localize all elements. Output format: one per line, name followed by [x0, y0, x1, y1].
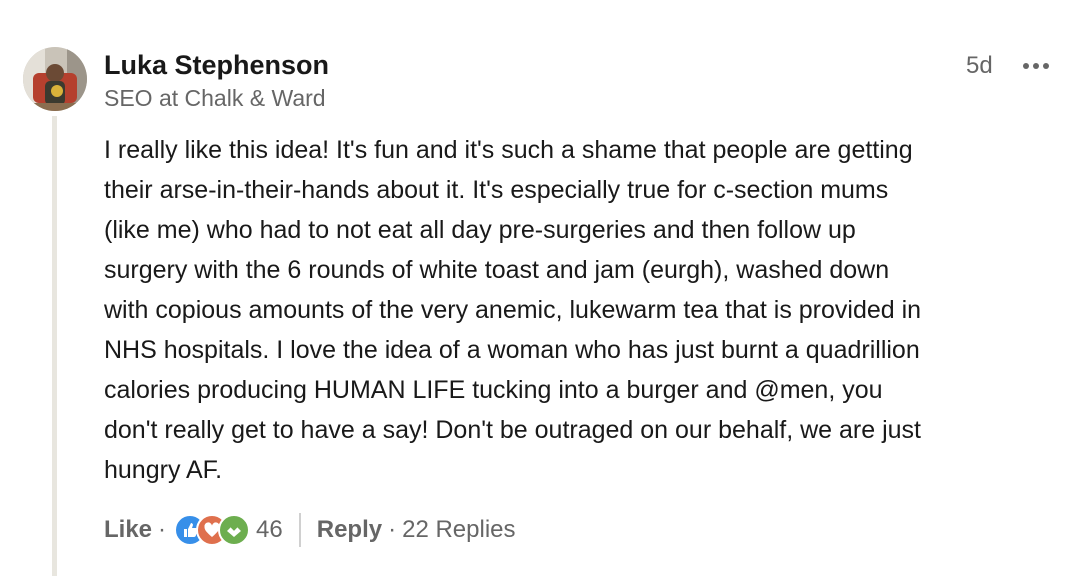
more-horizontal-icon[interactable] — [1016, 52, 1056, 80]
comment-body: I really like this idea! It's fun and it… — [104, 130, 1064, 490]
like-button[interactable]: Like — [104, 516, 152, 544]
support-reaction-icon — [218, 514, 251, 546]
comment-line: I really like this idea! It's fun and it… — [104, 136, 913, 164]
comment-line: their arse-in-their-hands about it. It's… — [104, 176, 889, 204]
comment-line: calories producing HUMAN LIFE tucking in… — [104, 376, 883, 404]
comment-line: (like me) who had to not eat all day pre… — [104, 216, 856, 244]
separator-dot: · — [158, 516, 167, 543]
avatar[interactable] — [23, 47, 87, 111]
comment-timestamp: 5d — [966, 52, 993, 79]
author-headline: SEO at Chalk & Ward — [104, 85, 326, 111]
comment-line: hungry AF. — [104, 456, 223, 484]
replies-count-link[interactable]: 22 Replies — [402, 516, 515, 544]
divider — [298, 513, 301, 547]
comment-line: with copious amounts of the very anemic,… — [104, 296, 922, 324]
author-name[interactable]: Luka Stephenson — [104, 50, 329, 81]
separator-dot: · — [388, 516, 397, 543]
comment-line: NHS hospitals. I love the idea of a woma… — [104, 336, 920, 364]
comment-line: don't really get to have a say! Don't be… — [104, 416, 922, 444]
comment-actions: Like · 46 Reply · 22 Replies — [104, 510, 516, 550]
reaction-count[interactable]: 46 — [256, 516, 283, 544]
comment-line: surgery with the 6 rounds of white toast… — [104, 256, 890, 284]
reactions-summary[interactable] — [174, 514, 251, 546]
reply-button[interactable]: Reply — [317, 516, 382, 544]
thread-line — [52, 116, 57, 576]
